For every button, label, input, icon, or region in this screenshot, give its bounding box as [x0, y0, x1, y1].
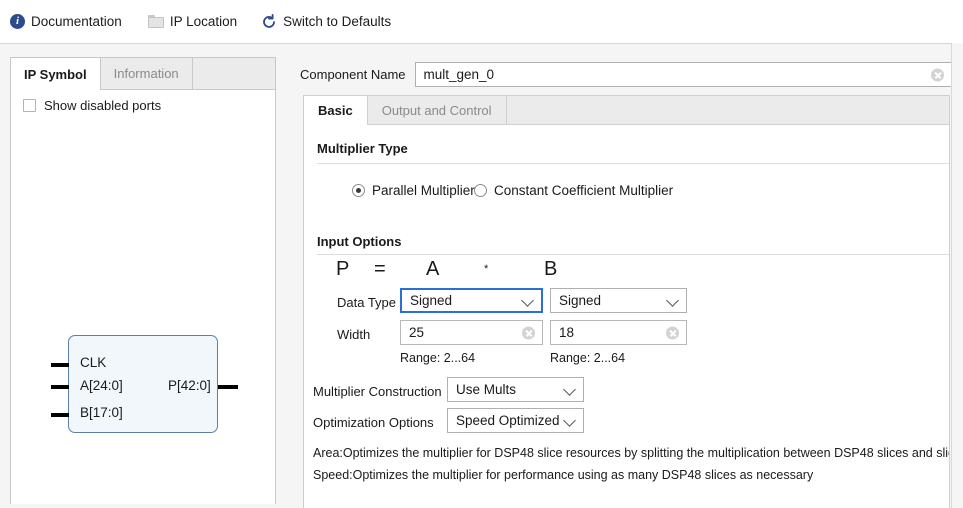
chevron-down-icon — [563, 383, 576, 396]
component-name-value: mult_gen_0 — [416, 67, 495, 82]
basic-tab-content: Multiplier Type Parallel Multiplier Cons… — [304, 125, 949, 508]
tab-basic-label: Basic — [318, 103, 353, 118]
clear-width-b-icon[interactable] — [666, 326, 679, 339]
ip-customize-dialog: i Documentation IP Location Switch to De… — [0, 0, 963, 508]
width-label: Width — [337, 327, 370, 342]
right-gutter — [951, 43, 963, 508]
info-icon: i — [10, 14, 25, 29]
ip-symbol-panel: IP Symbol Information Show disabled port… — [10, 57, 276, 504]
basic-settings-card: Basic Output and Control Multiplier Type… — [303, 95, 950, 508]
formula-equals: = — [374, 258, 386, 281]
refresh-icon — [261, 14, 277, 30]
tab-basic[interactable]: Basic — [304, 96, 368, 125]
width-a-input[interactable]: 25 — [400, 320, 543, 345]
optimization-options-value: Speed Optimized — [448, 413, 560, 428]
component-name-label: Component Name — [300, 67, 406, 82]
port-label-a: A[24:0] — [80, 378, 123, 393]
area-description-text: Area:Optimizes the multiplier for DSP48 … — [313, 446, 950, 460]
data-type-b-value: Signed — [551, 293, 601, 308]
tab-output-and-control-label: Output and Control — [382, 103, 492, 118]
switch-to-defaults-button[interactable]: Switch to Defaults — [257, 12, 395, 32]
port-label-clk: CLK — [80, 355, 106, 370]
formula-b: B — [544, 258, 557, 281]
multiplier-construction-value: Use Mults — [448, 382, 516, 397]
multiplier-type-rule — [317, 163, 949, 164]
formula-p: P — [336, 258, 349, 281]
main-tabstrip-filler — [507, 96, 949, 124]
width-b-value: 18 — [551, 325, 574, 340]
pin-p — [218, 385, 238, 389]
input-options-rule — [317, 254, 949, 255]
port-label-p: P[42:0] — [168, 378, 211, 393]
optimization-options-select[interactable]: Speed Optimized — [447, 408, 584, 433]
tab-output-and-control[interactable]: Output and Control — [368, 96, 507, 124]
switch-to-defaults-label: Switch to Defaults — [283, 14, 391, 29]
data-type-a-value: Signed — [402, 293, 452, 308]
formula-operator: * — [484, 263, 488, 275]
width-b-input[interactable]: 18 — [550, 320, 687, 345]
component-name-row: Component Name mult_gen_0 — [300, 62, 952, 87]
multiplier-type-title: Multiplier Type — [317, 141, 408, 156]
chevron-down-icon — [666, 294, 679, 307]
radio-constant-coefficient-multiplier-label: Constant Coefficient Multiplier — [494, 183, 673, 198]
width-a-range-hint: Range: 2...64 — [400, 351, 475, 365]
component-name-input[interactable]: mult_gen_0 — [415, 62, 953, 87]
radio-parallel-multiplier-label: Parallel Multiplier — [372, 183, 475, 198]
radio-constant-coefficient-multiplier-button[interactable] — [474, 184, 487, 197]
data-type-a-select[interactable]: Signed — [400, 288, 543, 313]
ip-symbol-diagram: CLK A[24:0] B[17:0] P[42:0] — [11, 90, 275, 504]
multiplier-construction-label: Multiplier Construction — [313, 384, 442, 399]
folder-icon — [148, 15, 164, 29]
clear-component-name-icon[interactable] — [931, 68, 944, 81]
tab-information[interactable]: Information — [101, 58, 193, 89]
documentation-label: Documentation — [31, 14, 122, 29]
toolbar: i Documentation IP Location Switch to De… — [0, 0, 963, 44]
width-a-value: 25 — [401, 325, 424, 340]
optimization-options-label: Optimization Options — [313, 415, 434, 430]
tab-ip-symbol-label: IP Symbol — [24, 67, 87, 82]
tab-information-label: Information — [114, 66, 179, 81]
radio-constant-coefficient-multiplier[interactable]: Constant Coefficient Multiplier — [474, 183, 673, 198]
pin-b — [51, 413, 69, 417]
pin-clk — [51, 363, 69, 367]
left-panel-tabstrip: IP Symbol Information — [11, 58, 275, 90]
width-b-range-hint: Range: 2...64 — [550, 351, 625, 365]
left-tabstrip-filler — [193, 58, 275, 89]
data-type-label: Data Type — [337, 295, 396, 310]
ip-location-label: IP Location — [170, 14, 237, 29]
radio-parallel-multiplier[interactable]: Parallel Multiplier — [352, 183, 475, 198]
speed-description-text: Speed:Optimizes the multiplier for perfo… — [313, 468, 813, 482]
tab-ip-symbol[interactable]: IP Symbol — [11, 58, 101, 90]
formula-a: A — [426, 258, 439, 281]
input-options-title: Input Options — [317, 234, 401, 249]
multiplier-construction-select[interactable]: Use Mults — [447, 377, 584, 402]
chevron-down-icon — [521, 294, 534, 307]
pin-a — [51, 385, 69, 389]
ip-symbol-body: Show disabled ports CLK A[24:0] B[17:0] … — [11, 90, 275, 504]
documentation-button[interactable]: i Documentation — [6, 12, 126, 31]
data-type-b-select[interactable]: Signed — [550, 288, 687, 313]
port-label-b: B[17:0] — [80, 405, 123, 420]
radio-parallel-multiplier-button[interactable] — [352, 184, 365, 197]
configuration-area: Component Name mult_gen_0 Basic Output a… — [288, 46, 963, 508]
ip-location-button[interactable]: IP Location — [144, 12, 241, 31]
clear-width-a-icon[interactable] — [522, 326, 535, 339]
chevron-down-icon — [563, 414, 576, 427]
main-tabstrip: Basic Output and Control — [304, 96, 949, 125]
